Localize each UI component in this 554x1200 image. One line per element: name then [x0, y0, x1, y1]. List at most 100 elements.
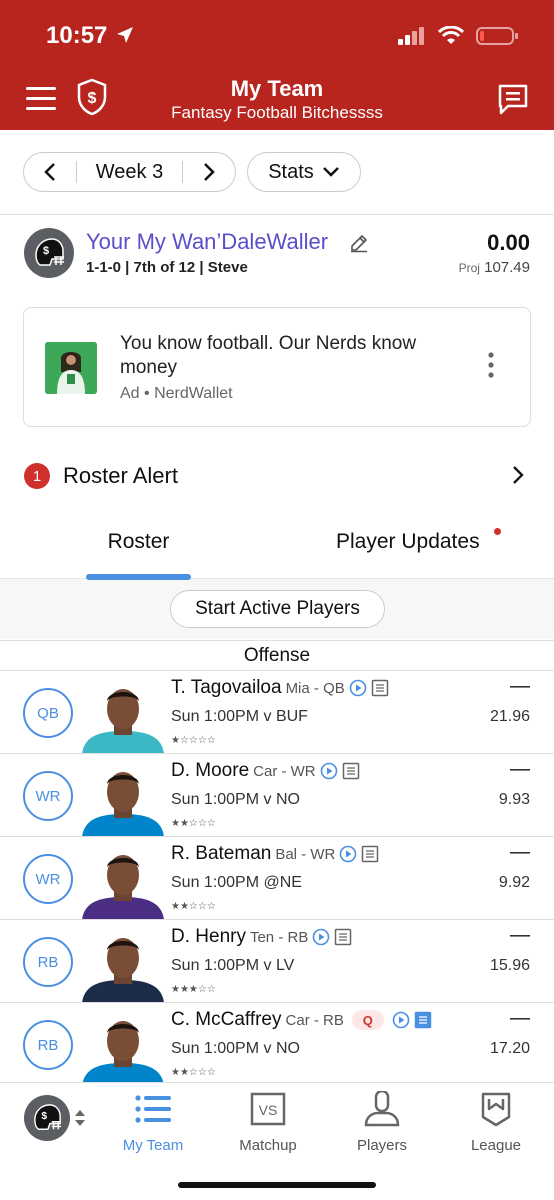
player-row[interactable]: QB T. Tagovailoa Mia - QB Sun 1:00PM v B…	[0, 671, 554, 754]
player-name-line: T. Tagovailoa Mia - QB	[171, 677, 389, 699]
sort-arrows-icon[interactable]	[74, 1109, 86, 1127]
player-note-icon[interactable]	[414, 1011, 432, 1029]
player-projection: 17.20	[489, 1040, 530, 1057]
signal-icon	[398, 27, 424, 45]
divider	[0, 214, 554, 215]
position-button[interactable]: WR	[23, 771, 73, 821]
injury-status-badge: Q	[351, 1010, 384, 1030]
status-time: 10:57	[46, 22, 108, 49]
edit-pencil-icon[interactable]	[349, 233, 369, 253]
more-options-icon[interactable]	[488, 352, 494, 378]
player-name-line: D. Moore Car - WR	[171, 760, 360, 782]
player-photo	[82, 772, 164, 836]
team-projection: Proj 107.49	[459, 259, 530, 276]
player-team-position: Car - WR	[253, 762, 316, 780]
chevron-left-icon	[44, 163, 55, 181]
nav-league-label: League	[470, 1137, 522, 1154]
player-name[interactable]: T. Tagovailoa	[171, 677, 282, 699]
next-week-button[interactable]	[183, 152, 235, 192]
nav-players[interactable]: Players	[332, 1089, 432, 1154]
nav-matchup-label: Matchup	[239, 1137, 297, 1154]
player-name[interactable]: D. Moore	[171, 760, 249, 782]
start-active-players-button[interactable]: Start Active Players	[170, 590, 385, 628]
player-rating-stars: ★★☆☆☆	[171, 1067, 216, 1078]
ad-headline: You know football. Our Nerds know money	[120, 333, 417, 378]
player-note-icon[interactable]	[334, 928, 352, 946]
player-points: —	[510, 758, 530, 780]
play-video-icon[interactable]	[320, 762, 338, 780]
player-name[interactable]: D. Henry	[171, 926, 246, 948]
player-name[interactable]: R. Bateman	[171, 843, 271, 865]
player-name-line: C. McCaffrey Car - RB Q	[171, 1009, 432, 1031]
player-photo	[82, 938, 164, 1002]
page-title: My Team	[230, 76, 324, 101]
stats-label: Stats	[268, 160, 314, 183]
chevron-down-icon	[322, 167, 339, 177]
prev-week-button[interactable]	[24, 152, 76, 192]
ad-image	[45, 342, 97, 394]
position-button[interactable]: QB	[23, 688, 73, 738]
notification-dot	[494, 528, 501, 535]
player-name[interactable]: C. McCaffrey	[171, 1009, 282, 1031]
tab-player-updates[interactable]: Player Updates	[336, 530, 480, 554]
active-tab-indicator	[86, 574, 191, 580]
player-row[interactable]: WR R. Bateman Bal - WR Sun 1:00PM @NE ★★…	[0, 837, 554, 920]
tab-roster[interactable]: Roster	[86, 530, 191, 554]
player-team-position: Bal - WR	[275, 845, 336, 863]
player-row[interactable]: WR D. Moore Car - WR Sun 1:00PM v NO ★★☆…	[0, 754, 554, 837]
team-switcher-avatar[interactable]: $	[24, 1095, 70, 1141]
chevron-right-icon[interactable]	[512, 465, 524, 485]
svg-text:$: $	[43, 245, 49, 257]
nav-matchup[interactable]: VS Matchup	[218, 1089, 318, 1154]
nav-my-team-label: My Team	[122, 1137, 184, 1154]
play-video-icon[interactable]	[392, 1011, 410, 1029]
status-icons	[398, 26, 518, 46]
player-name-line: R. Bateman Bal - WR	[171, 843, 379, 865]
player-rating-stars: ★★☆☆☆	[171, 901, 216, 912]
team-avatar[interactable]: $	[24, 228, 74, 278]
chat-icon[interactable]	[496, 82, 530, 116]
player-team-position: Mia - QB	[285, 679, 345, 697]
battery-icon	[476, 27, 518, 45]
proj-value: 107.49	[484, 259, 530, 276]
header: 10:57 $ My Team Fantasy Football Bitches…	[0, 0, 554, 130]
alert-count-badge: 1	[24, 463, 50, 489]
player-projection: 15.96	[489, 957, 530, 974]
roster-alert[interactable]: Roster Alert	[63, 463, 178, 489]
play-video-icon[interactable]	[339, 845, 357, 863]
team-score: 0.00	[487, 230, 530, 255]
player-points: —	[510, 924, 530, 946]
player-note-icon[interactable]	[371, 679, 389, 697]
position-button[interactable]: RB	[23, 1020, 73, 1070]
game-info: Sun 1:00PM v NO	[171, 1040, 300, 1057]
game-info: Sun 1:00PM v BUF	[171, 708, 308, 725]
team-name[interactable]: Your My Wan’DaleWaller	[86, 229, 328, 255]
vs-icon: VS	[250, 1092, 286, 1126]
play-video-icon[interactable]	[349, 679, 367, 697]
player-projection: 21.96	[489, 708, 530, 725]
player-photo	[82, 855, 164, 919]
nav-players-label: Players	[356, 1137, 408, 1154]
player-points: —	[510, 841, 530, 863]
week-label[interactable]: Week 3	[77, 161, 182, 184]
play-video-icon[interactable]	[312, 928, 330, 946]
section-header-offense: Offense	[0, 640, 554, 671]
game-info: Sun 1:00PM @NE	[171, 874, 302, 891]
league-name: Fantasy Football Bitchessss	[171, 103, 383, 122]
position-button[interactable]: WR	[23, 854, 73, 904]
player-row[interactable]: RB C. McCaffrey Car - RB Q Sun 1:00PM v …	[0, 1003, 554, 1086]
ad-sponsor: Ad • NerdWallet	[120, 385, 233, 402]
player-team-position: Car - RB	[285, 1011, 344, 1029]
player-photo	[82, 689, 164, 753]
nav-my-team[interactable]: My Team	[103, 1089, 203, 1154]
ad-card[interactable]: You know football. Our Nerds know money …	[23, 307, 531, 427]
player-note-icon[interactable]	[361, 845, 379, 863]
proj-label: Proj	[458, 261, 480, 275]
position-button[interactable]: RB	[23, 937, 73, 987]
game-info: Sun 1:00PM v LV	[171, 957, 295, 974]
nav-league[interactable]: League	[446, 1089, 546, 1154]
player-note-icon[interactable]	[342, 762, 360, 780]
location-arrow-icon	[117, 27, 133, 43]
player-row[interactable]: RB D. Henry Ten - RB Sun 1:00PM v LV ★★★…	[0, 920, 554, 1003]
stats-dropdown[interactable]: Stats	[247, 152, 361, 192]
